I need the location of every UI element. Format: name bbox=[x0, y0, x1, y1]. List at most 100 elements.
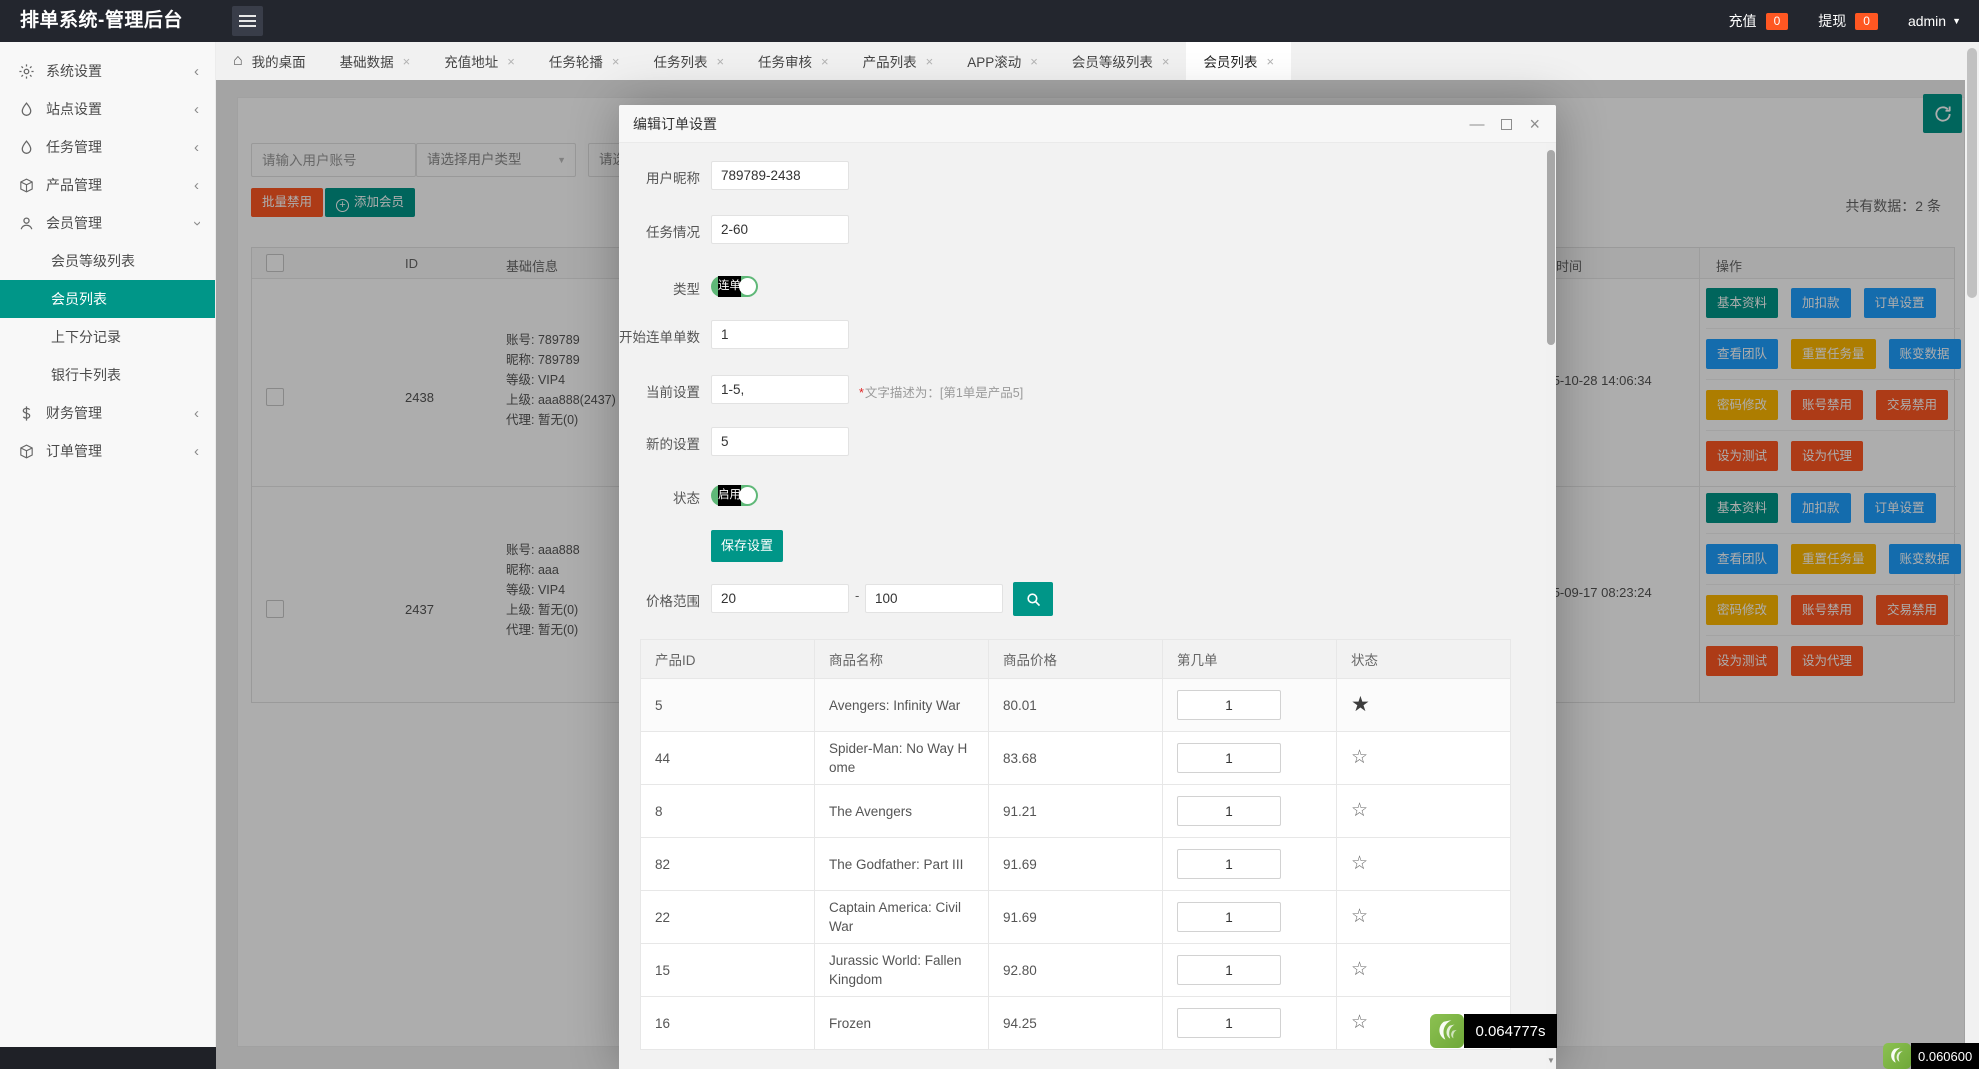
page-scrollbar[interactable] bbox=[1965, 42, 1979, 1069]
cube-icon bbox=[18, 443, 46, 460]
maximize-icon[interactable] bbox=[1501, 119, 1512, 130]
col-product-price: 商品价格 bbox=[989, 640, 1163, 679]
col-status: 状态 bbox=[1337, 640, 1511, 679]
price-min-input[interactable] bbox=[711, 584, 849, 613]
hamburger-icon[interactable] bbox=[232, 6, 263, 36]
nickname-input[interactable] bbox=[711, 161, 849, 190]
tab-task-list[interactable]: 任务列表× bbox=[636, 42, 741, 80]
star-icon[interactable]: ☆ bbox=[1351, 853, 1368, 874]
order-number-input[interactable] bbox=[1177, 796, 1281, 826]
field-label: 用户昵称 bbox=[619, 167, 700, 187]
star-icon[interactable]: ★ bbox=[1351, 693, 1370, 716]
save-settings-button[interactable]: 保存设置 bbox=[711, 530, 783, 562]
exec-time-badge: 0.060600 bbox=[1883, 1043, 1979, 1069]
username: admin bbox=[1908, 13, 1946, 29]
exec-time-value: 0.060600 bbox=[1911, 1043, 1979, 1069]
close-icon[interactable]: × bbox=[507, 54, 515, 69]
close-icon[interactable]: × bbox=[1162, 54, 1170, 69]
chevron-down-icon: ‹ bbox=[188, 221, 205, 226]
tab-bar: ⌂我的桌面 基础数据× 充值地址× 任务轮播× 任务列表× 任务审核× 产品列表… bbox=[216, 42, 1979, 80]
scrollbar-thumb[interactable] bbox=[1547, 150, 1555, 345]
sidebar-item-member-list[interactable]: 会员列表 bbox=[0, 280, 215, 318]
field-label: 开始连单单数 bbox=[619, 326, 700, 346]
close-icon[interactable]: × bbox=[612, 54, 620, 69]
modal-title: 编辑订单设置 bbox=[619, 105, 1556, 143]
chevron-left-icon: ‹ bbox=[194, 177, 199, 194]
sidebar-item-order-management[interactable]: 订单管理‹ bbox=[0, 432, 215, 470]
app-title: 排单系统-管理后台 bbox=[20, 0, 183, 42]
star-icon[interactable]: ☆ bbox=[1351, 959, 1368, 980]
sidebar: 系统设置‹ 站点设置‹ 任务管理‹ 产品管理‹ 会员管理‹ 会员等级列表 会员列… bbox=[0, 42, 216, 1047]
price-range-label: 价格范围 bbox=[619, 590, 700, 610]
range-separator: - bbox=[855, 588, 859, 603]
minimize-icon[interactable]: — bbox=[1469, 117, 1484, 132]
product-row: 15 Jurassic World: Fallen Kingdom 92.80 … bbox=[641, 944, 1511, 997]
user-menu[interactable]: admin ▼ bbox=[1908, 13, 1961, 29]
close-icon[interactable]: × bbox=[1030, 54, 1038, 69]
star-icon[interactable]: ☆ bbox=[1351, 1012, 1368, 1033]
tab-task-carousel[interactable]: 任务轮播× bbox=[532, 42, 637, 80]
recharge-menu[interactable]: 充值 0 bbox=[1729, 11, 1789, 31]
tab-product-list[interactable]: 产品列表× bbox=[846, 42, 951, 80]
chevron-left-icon: ‹ bbox=[194, 443, 199, 460]
tab-desktop[interactable]: ⌂我的桌面 bbox=[216, 42, 323, 80]
order-number-input[interactable] bbox=[1177, 743, 1281, 773]
star-icon[interactable]: ☆ bbox=[1351, 800, 1368, 821]
status-toggle[interactable]: 启用 bbox=[711, 485, 758, 506]
product-row: 82 The Godfather: Part III 91.69 ☆ bbox=[641, 838, 1511, 891]
star-icon[interactable]: ☆ bbox=[1351, 747, 1368, 768]
scrollbar-thumb[interactable] bbox=[1967, 48, 1977, 298]
sidebar-item-finance-management[interactable]: 财务管理‹ bbox=[0, 394, 215, 432]
close-icon[interactable]: × bbox=[403, 54, 411, 69]
close-icon[interactable]: × bbox=[1529, 115, 1540, 133]
modal-scrollbar[interactable]: ▼ bbox=[1546, 143, 1556, 1069]
sidebar-item-task-management[interactable]: 任务管理‹ bbox=[0, 128, 215, 166]
field-label: 当前设置 bbox=[619, 381, 700, 401]
new-setting-input[interactable] bbox=[711, 427, 849, 456]
tab-basic-data[interactable]: 基础数据× bbox=[323, 42, 428, 80]
leaf-logo-icon bbox=[1430, 1014, 1464, 1048]
order-number-input[interactable] bbox=[1177, 690, 1281, 720]
close-icon[interactable]: × bbox=[1266, 54, 1274, 69]
tab-app-scroll[interactable]: APP滚动× bbox=[950, 42, 1055, 80]
withdraw-count-badge: 0 bbox=[1855, 13, 1878, 30]
order-number-input[interactable] bbox=[1177, 902, 1281, 932]
order-number-input[interactable] bbox=[1177, 955, 1281, 985]
tab-member-list[interactable]: 会员列表× bbox=[1186, 42, 1291, 80]
current-setting-input[interactable] bbox=[711, 375, 849, 404]
chevron-left-icon: ‹ bbox=[194, 101, 199, 118]
tab-member-level-list[interactable]: 会员等级列表× bbox=[1055, 42, 1187, 80]
scroll-down-icon[interactable]: ▼ bbox=[1546, 1056, 1556, 1065]
tab-task-review[interactable]: 任务审核× bbox=[741, 42, 846, 80]
exec-time-badge: 0.064777s bbox=[1430, 1014, 1557, 1048]
sidebar-item-member-level-list[interactable]: 会员等级列表 bbox=[0, 242, 215, 280]
star-icon[interactable]: ☆ bbox=[1351, 906, 1368, 927]
field-label: 类型 bbox=[619, 278, 700, 298]
product-row: 5 Avengers: Infinity War 80.01 ★ bbox=[641, 679, 1511, 732]
close-icon[interactable]: × bbox=[716, 54, 724, 69]
order-number-input[interactable] bbox=[1177, 849, 1281, 879]
product-row: 44 Spider-Man: No Way Home 83.68 ☆ bbox=[641, 732, 1511, 785]
price-search-button[interactable] bbox=[1013, 582, 1053, 616]
product-row: 16 Frozen 94.25 ☆ bbox=[641, 997, 1511, 1050]
withdraw-menu[interactable]: 提现 0 bbox=[1818, 11, 1878, 31]
gear-icon bbox=[18, 63, 46, 80]
sidebar-item-product-management[interactable]: 产品管理‹ bbox=[0, 166, 215, 204]
start-chain-count-input[interactable] bbox=[711, 320, 849, 349]
product-row: 8 The Avengers 91.21 ☆ bbox=[641, 785, 1511, 838]
sidebar-item-site-settings[interactable]: 站点设置‹ bbox=[0, 90, 215, 128]
order-number-input[interactable] bbox=[1177, 1008, 1281, 1038]
sidebar-item-score-records[interactable]: 上下分记录 bbox=[0, 318, 215, 356]
top-bar: 排单系统-管理后台 充值 0 提现 0 admin ▼ bbox=[0, 0, 1979, 42]
field-label: 新的设置 bbox=[619, 433, 700, 453]
price-max-input[interactable] bbox=[865, 584, 1003, 613]
chevron-left-icon: ‹ bbox=[194, 405, 199, 422]
task-status-input[interactable] bbox=[711, 215, 849, 244]
close-icon[interactable]: × bbox=[821, 54, 829, 69]
sidebar-item-member-management[interactable]: 会员管理‹ bbox=[0, 204, 215, 242]
tab-recharge-address[interactable]: 充值地址× bbox=[427, 42, 532, 80]
type-toggle[interactable]: 连单 bbox=[711, 276, 758, 297]
sidebar-item-system-settings[interactable]: 系统设置‹ bbox=[0, 52, 215, 90]
sidebar-item-bank-card-list[interactable]: 银行卡列表 bbox=[0, 356, 215, 394]
close-icon[interactable]: × bbox=[926, 54, 934, 69]
